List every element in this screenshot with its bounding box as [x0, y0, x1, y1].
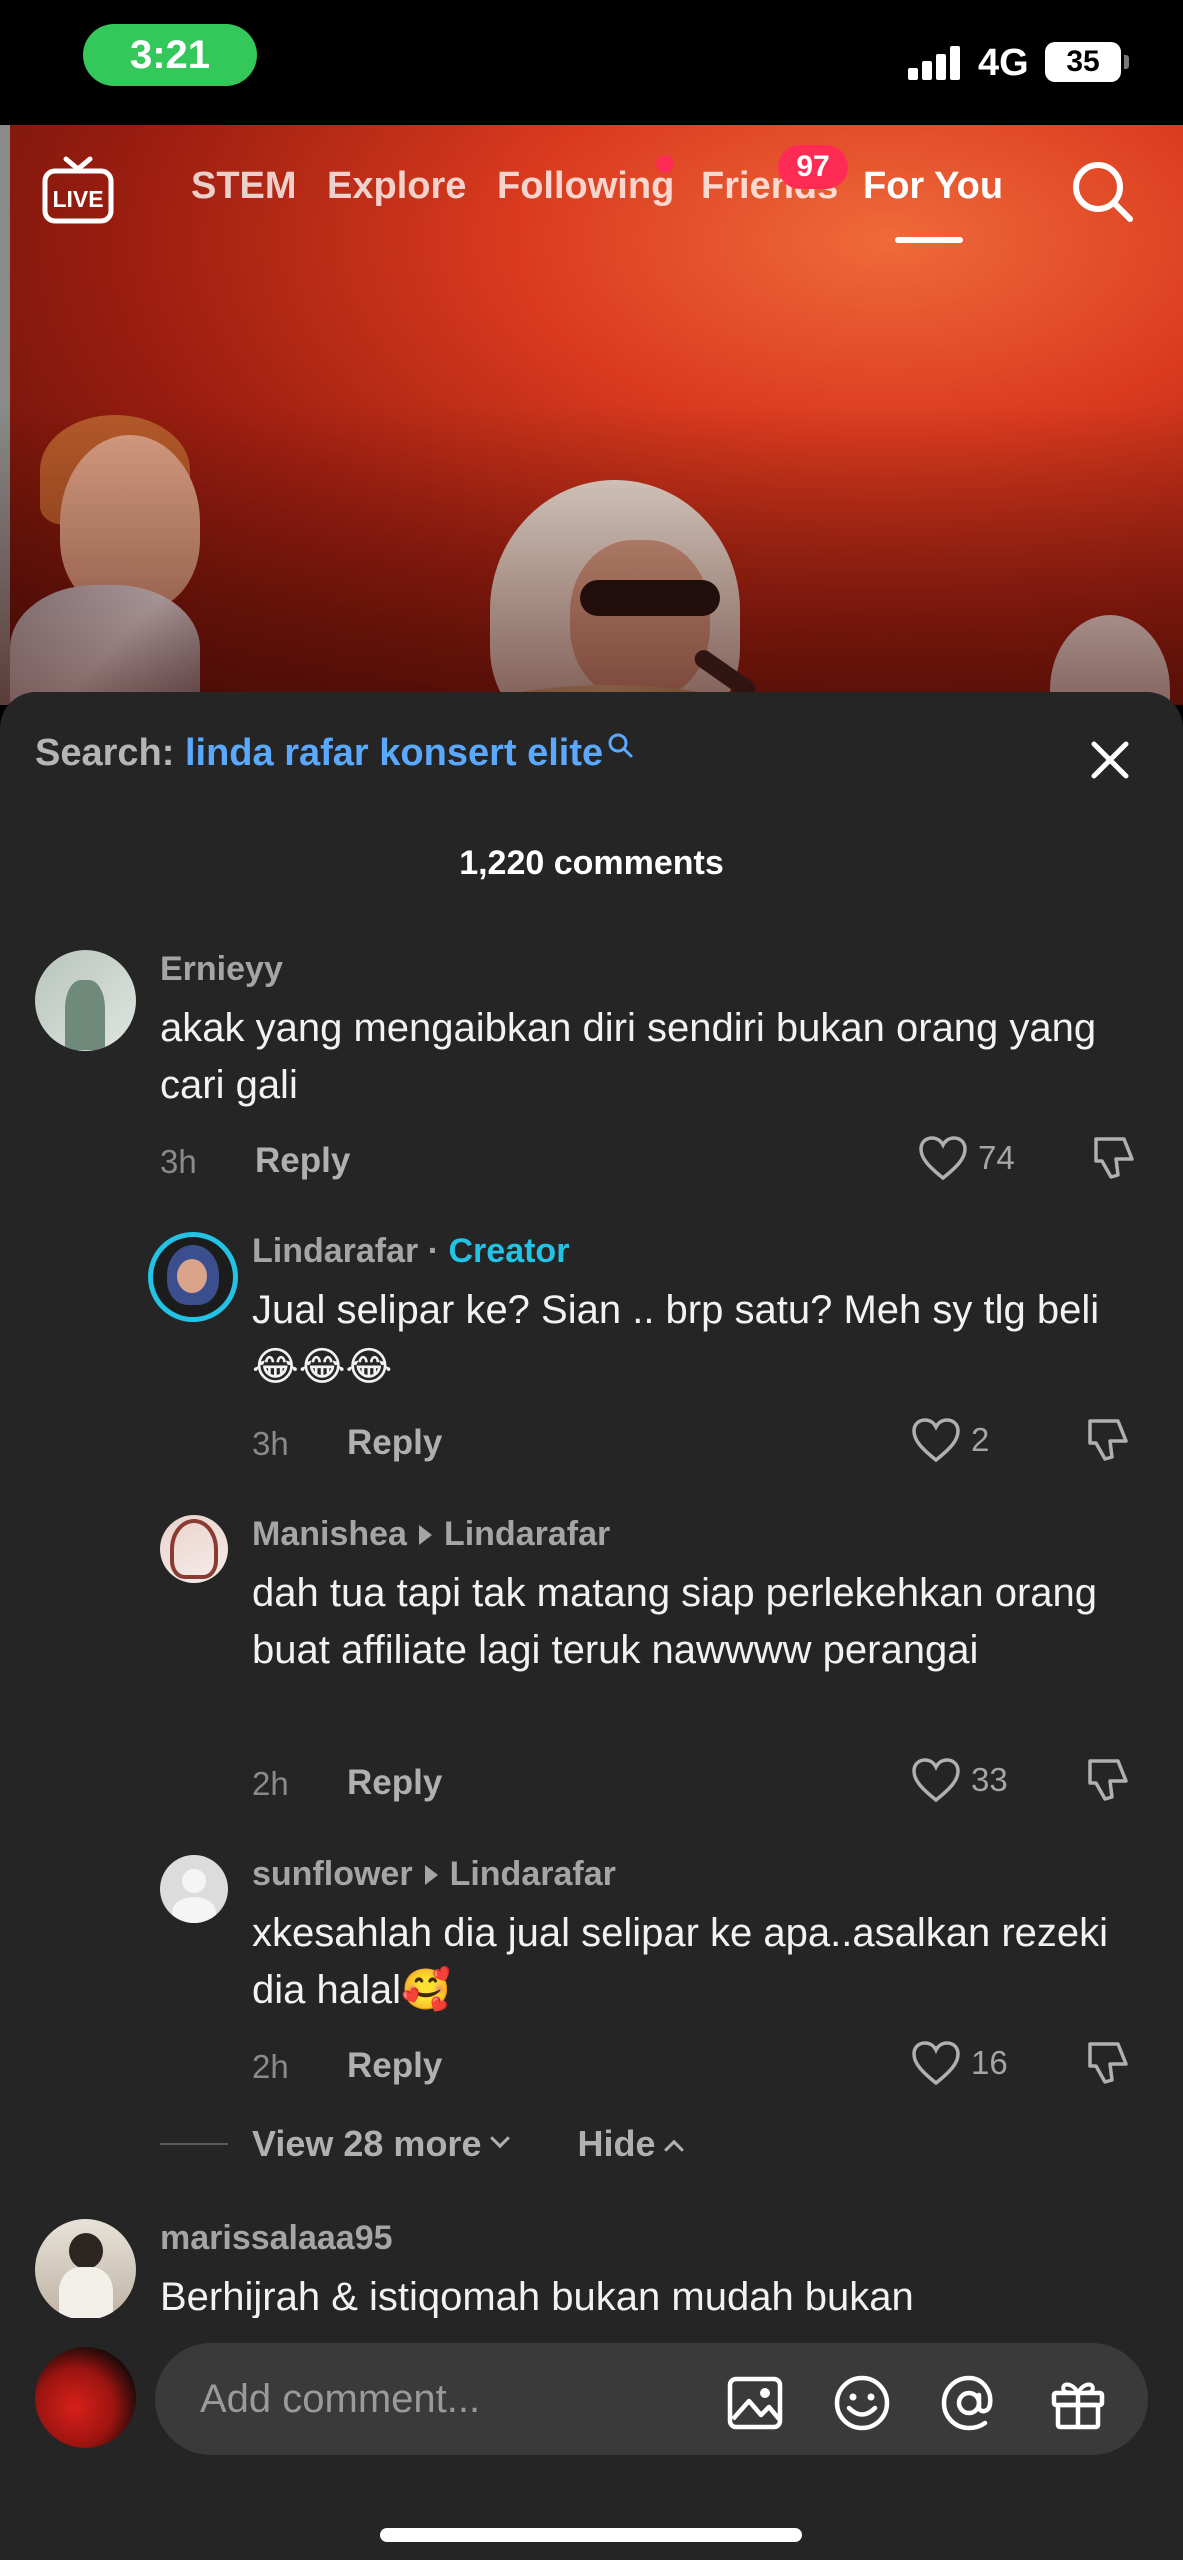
reply-to-username[interactable]: Lindarafar	[450, 1855, 616, 1893]
active-tab-indicator	[895, 237, 963, 243]
comment-sheet: Search: linda rafar konsert elite 1,220 …	[0, 692, 1183, 2560]
reply-to-username[interactable]: Lindarafar	[444, 1515, 610, 1553]
comment-text: dah tua tapi tak matang siap perlekehkan…	[252, 1571, 1098, 1672]
comment-username[interactable]: Ernieyy	[160, 950, 283, 989]
comment-time: 2h	[252, 1765, 289, 1802]
like-button[interactable]: 2	[911, 1415, 989, 1465]
comment-text: Jual selipar ke? Sian .. brp satu? Meh s…	[252, 1288, 1100, 1389]
like-count: 74	[978, 1139, 1015, 1176]
comment-item: marissalaaa95 Berhijrah & istiqomah buka…	[0, 2219, 1183, 2329]
mention-icon[interactable]	[939, 2373, 999, 2433]
following-notification-dot	[656, 155, 674, 173]
heart-icon	[912, 1758, 960, 1803]
comment-time: 3h	[160, 1143, 197, 1180]
reply-button[interactable]: Reply	[347, 1423, 442, 1463]
friends-badge: 97	[778, 145, 848, 189]
search-icon[interactable]	[1068, 157, 1138, 227]
comment-input[interactable]: Add comment...	[155, 2343, 1148, 2455]
hide-replies-button[interactable]: Hide	[577, 2123, 685, 2165]
comment-username[interactable]: sunflower Lindarafar	[252, 1855, 616, 1894]
reply-button[interactable]: Reply	[255, 1141, 350, 1181]
avatar[interactable]	[160, 1855, 228, 1923]
replies-controls: View 28 more Hide	[160, 2119, 685, 2169]
search-query-link[interactable]: linda rafar konsert elite	[185, 732, 603, 774]
search-prefix: Search:	[35, 732, 175, 774]
tab-following[interactable]: Following	[497, 165, 674, 208]
reply-item: Manishea Lindarafar dah tua tapi tak mata…	[0, 1515, 1183, 1835]
my-avatar[interactable]	[35, 2347, 136, 2448]
gift-icon[interactable]	[1048, 2373, 1108, 2433]
reply-arrow-icon	[418, 1525, 432, 1546]
avatar[interactable]	[35, 950, 136, 1051]
like-button[interactable]: 74	[918, 1133, 1015, 1183]
comment-username[interactable]: marissalaaa95	[160, 2219, 393, 2258]
creator-avatar[interactable]	[148, 1232, 238, 1322]
svg-text:LIVE: LIVE	[52, 186, 103, 212]
comment-item: Ernieyy akak yang mengaibkan diri sendir…	[0, 950, 1183, 1210]
top-nav: LIVE STEM Explore Following Friends 97 F…	[0, 125, 1183, 255]
creator-username[interactable]: Lindarafar	[252, 1232, 418, 1270]
like-button[interactable]: 16	[911, 2038, 1008, 2088]
like-count: 2	[971, 1421, 990, 1458]
emoji-icon[interactable]	[832, 2373, 892, 2433]
chevron-up-icon	[664, 2139, 685, 2160]
reply-arrow-icon	[424, 1865, 438, 1886]
live-icon[interactable]: LIVE	[42, 155, 114, 225]
dislike-icon[interactable]	[1082, 1415, 1132, 1465]
status-bar: 3:21 4G 35	[0, 0, 1183, 125]
comment-username[interactable]: Lindarafar · Creator	[252, 1232, 569, 1271]
tab-for-you[interactable]: For You	[863, 165, 1003, 208]
comment-time: 2h	[252, 2048, 289, 2085]
image-icon[interactable]	[725, 2373, 785, 2433]
comment-input-bar: Add comment...	[0, 2318, 1183, 2560]
comment-username[interactable]: Manishea Lindarafar	[252, 1515, 610, 1554]
tab-stem[interactable]: STEM	[191, 165, 297, 208]
search-suggestion[interactable]: Search: linda rafar konsert elite	[35, 732, 633, 775]
dislike-icon[interactable]	[1082, 2038, 1132, 2088]
comment-placeholder: Add comment...	[200, 2377, 481, 2421]
chevron-down-icon	[490, 2128, 511, 2149]
heart-icon	[912, 2041, 960, 2086]
reply-username[interactable]: Manishea	[252, 1515, 407, 1553]
dislike-icon[interactable]	[1082, 1755, 1132, 1805]
network-type: 4G	[978, 42, 1029, 84]
creator-tag: Creator	[448, 1232, 570, 1270]
heart-icon	[919, 1136, 967, 1181]
search-icon	[608, 733, 633, 758]
tab-explore[interactable]: Explore	[327, 165, 466, 208]
avatar[interactable]	[160, 1515, 228, 1583]
comment-text: xkesahlah dia jual selipar ke apa..asalk…	[252, 1911, 1109, 2012]
view-more-label: View 28 more	[252, 2123, 482, 2164]
view-more-replies-button[interactable]: View 28 more	[252, 2123, 511, 2165]
divider	[160, 2143, 228, 2145]
reply-username[interactable]: sunflower	[252, 1855, 413, 1893]
reply-button[interactable]: Reply	[347, 2046, 442, 2086]
clock: 3:21	[83, 24, 257, 86]
home-indicator[interactable]	[380, 2528, 802, 2542]
reply-item: Lindarafar · Creator Jual selipar ke? Si…	[0, 1232, 1183, 1492]
reply-item: sunflower Lindarafar xkesahlah dia jual s…	[0, 1855, 1183, 2115]
signal-icon	[908, 46, 960, 80]
battery-icon: 35	[1045, 42, 1129, 82]
hide-label: Hide	[577, 2123, 656, 2164]
heart-icon	[912, 1418, 960, 1463]
avatar[interactable]	[35, 2219, 136, 2320]
close-icon[interactable]	[1082, 732, 1138, 788]
comment-text: akak yang mengaibkan diri sendiri bukan …	[160, 1006, 1097, 1107]
separator: ·	[427, 1232, 440, 1270]
like-button[interactable]: 33	[911, 1755, 1008, 1805]
stage-haze	[0, 405, 1183, 705]
reply-button[interactable]: Reply	[347, 1763, 442, 1803]
dislike-icon[interactable]	[1088, 1133, 1138, 1183]
like-count: 33	[971, 1761, 1008, 1798]
comment-count: 1,220 comments	[459, 844, 724, 882]
like-count: 16	[971, 2044, 1008, 2081]
comment-time: 3h	[252, 1425, 289, 1462]
